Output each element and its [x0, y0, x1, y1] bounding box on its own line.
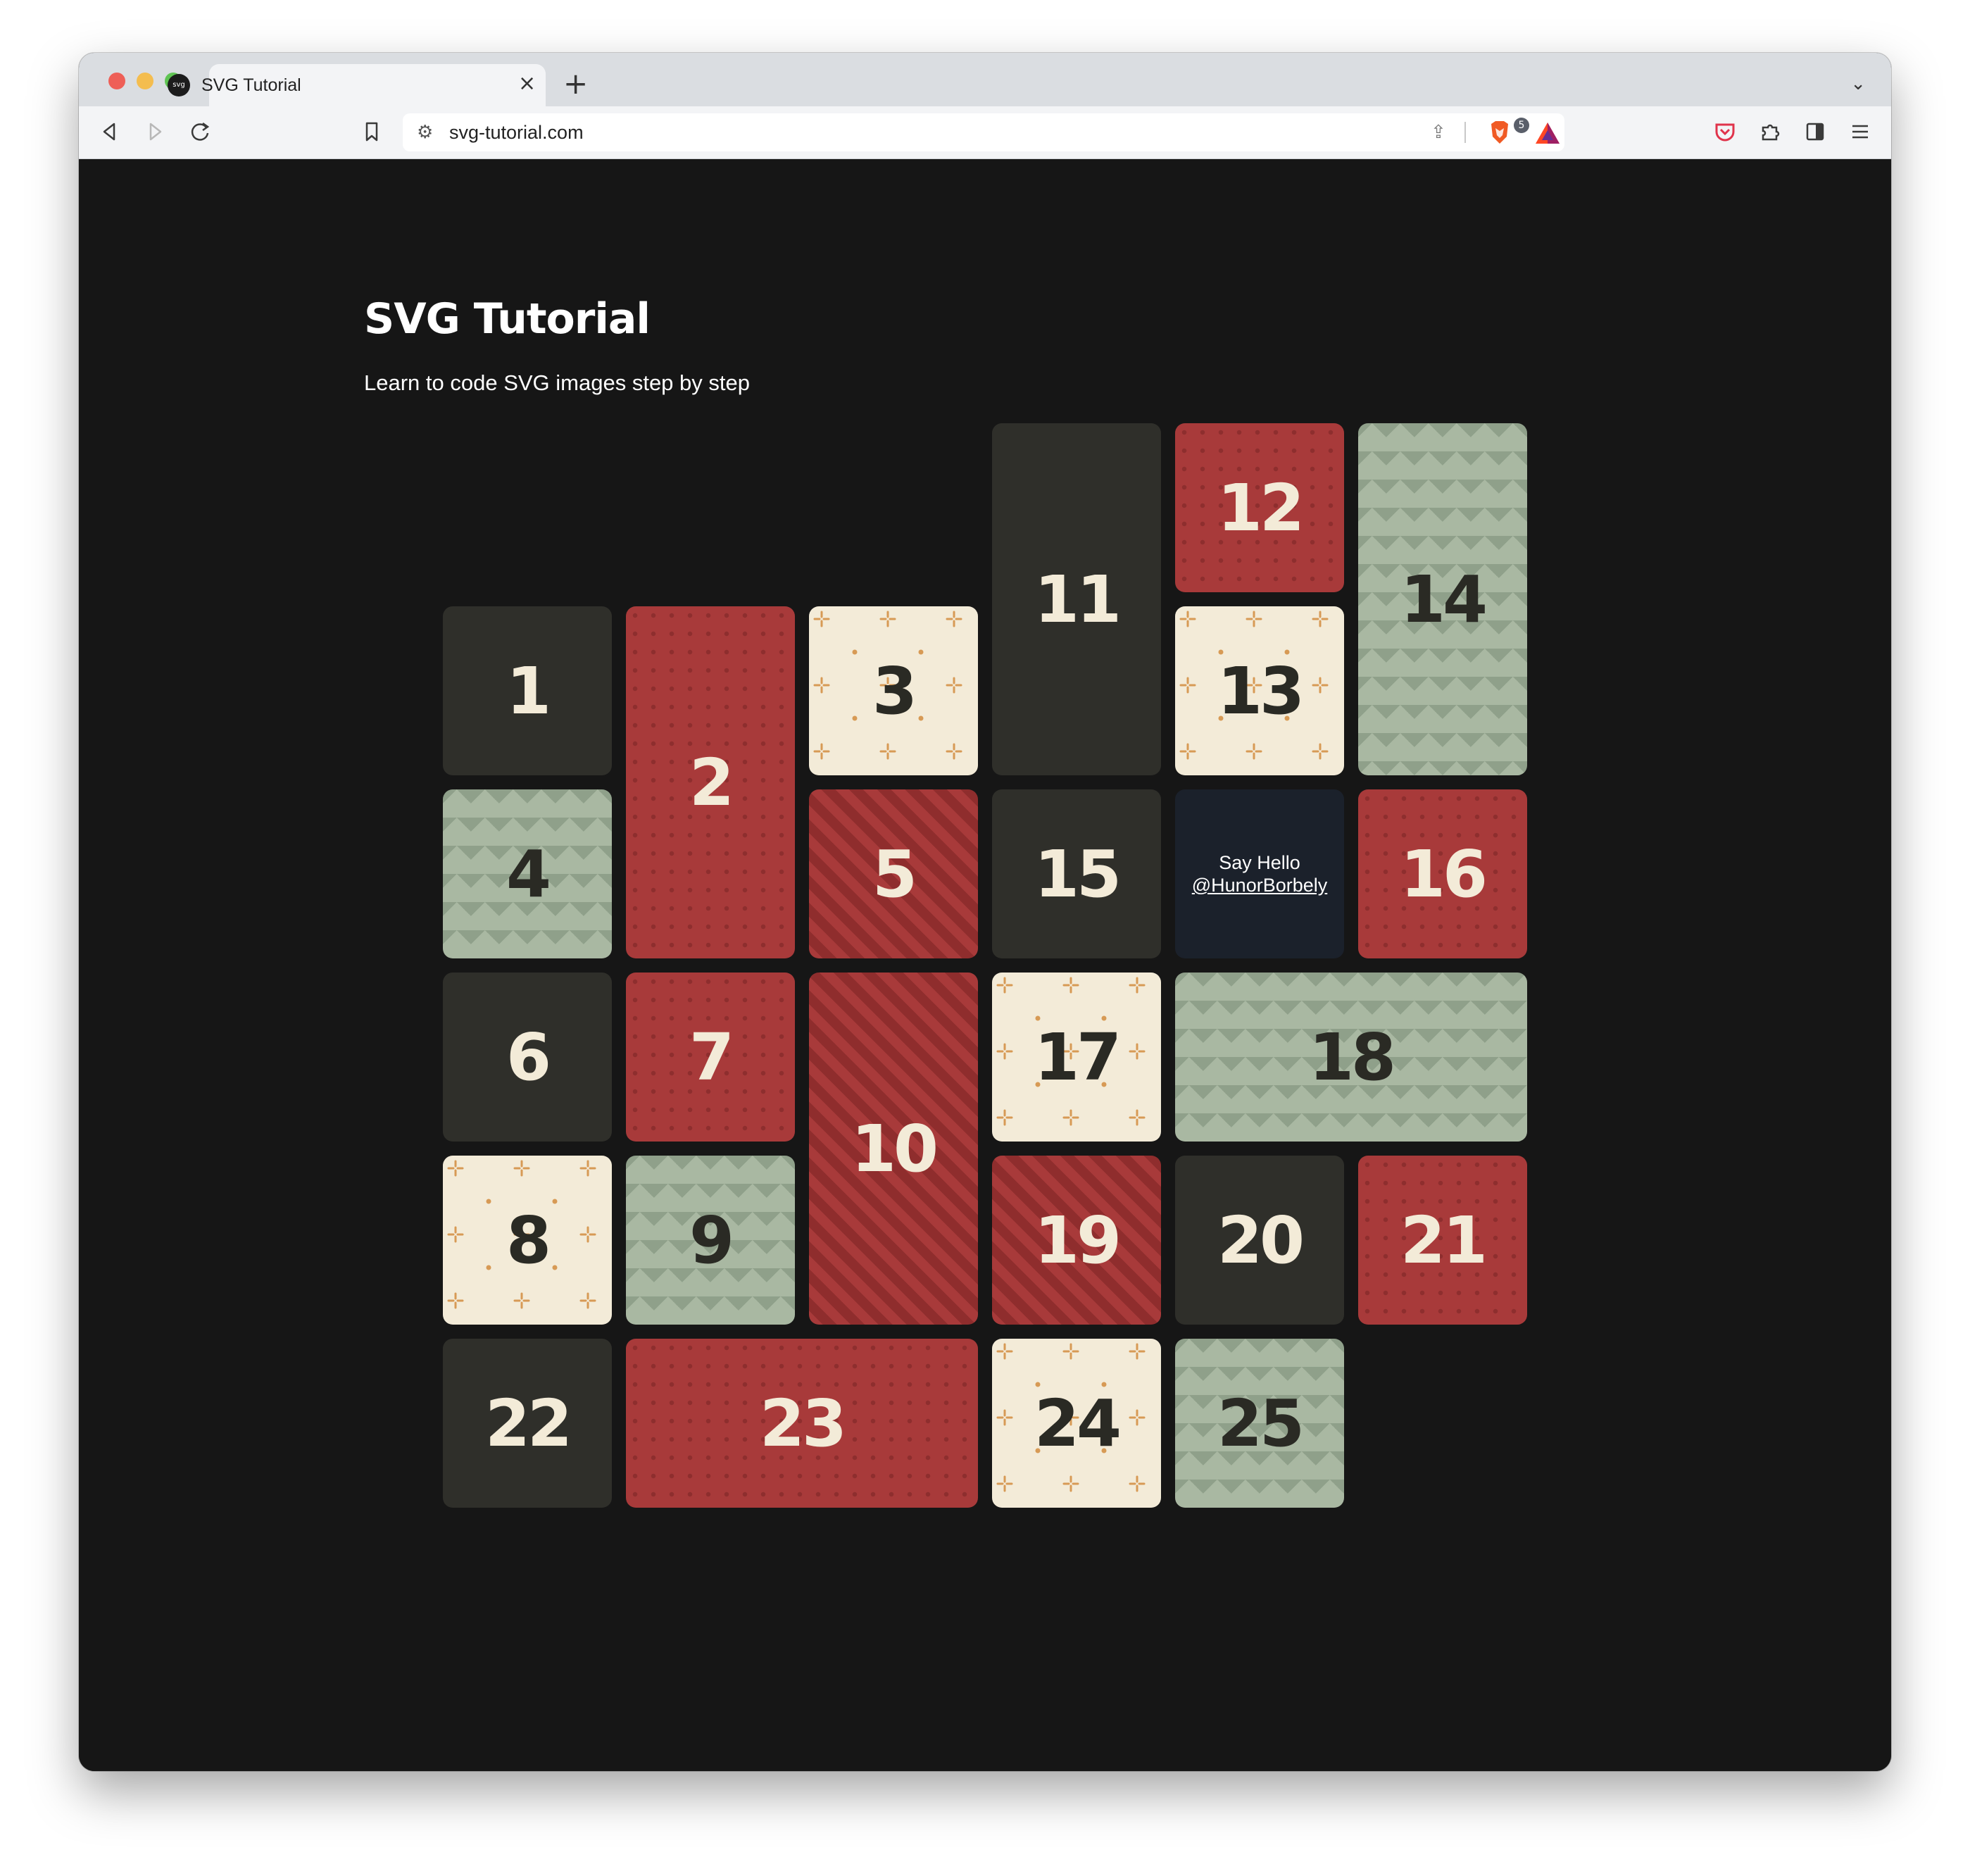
day-number: 9	[689, 1202, 734, 1278]
day-number: 2	[689, 744, 734, 820]
close-icon[interactable]: ×	[518, 71, 536, 96]
page-content	[79, 159, 1891, 1771]
day-number: 20	[1217, 1202, 1305, 1278]
close-window-button[interactable]	[108, 73, 125, 89]
minimize-window-button[interactable]	[137, 73, 153, 89]
browser-window: svg SVG Tutorial × + ⌄ ⚙ svg-tutorial.co…	[79, 53, 1891, 1771]
day-number: 14	[1400, 561, 1488, 637]
day-number: 4	[506, 836, 551, 912]
day-number: 12	[1217, 470, 1305, 546]
day-tile-6[interactable]: 6	[443, 973, 612, 1142]
day-tile-25[interactable]: 25	[1175, 1339, 1344, 1508]
day-number: 16	[1400, 836, 1488, 912]
site-info-icon[interactable]: ⚙	[417, 120, 433, 145]
bookmark-icon[interactable]	[356, 116, 387, 147]
day-tile-13[interactable]: 13	[1175, 606, 1344, 775]
day-tile-18[interactable]: 18	[1175, 973, 1527, 1142]
day-number: 15	[1034, 836, 1122, 912]
day-number: 3	[872, 653, 917, 729]
day-tile-19[interactable]: 19	[992, 1156, 1161, 1325]
reload-icon[interactable]	[184, 116, 215, 147]
day-tile-21[interactable]: 21	[1358, 1156, 1527, 1325]
url-divider	[1464, 122, 1466, 143]
page-subtitle: Learn to code SVG images step by step	[364, 370, 750, 395]
say-hello-text: Say Hello	[1219, 852, 1300, 873]
day-tile-10[interactable]: 10	[809, 973, 978, 1325]
day-tile-9[interactable]: 9	[626, 1156, 795, 1325]
day-number: 23	[759, 1385, 847, 1461]
share-icon[interactable]: ⇪	[1431, 119, 1446, 146]
bat-rewards-icon[interactable]	[1533, 120, 1562, 146]
brave-shield-icon[interactable]	[1487, 120, 1512, 145]
day-tile-14[interactable]: 14	[1358, 423, 1527, 775]
brave-shield-count: 5	[1514, 118, 1529, 133]
tab-title: SVG Tutorial	[201, 75, 301, 95]
day-tile-23[interactable]: 23	[626, 1339, 978, 1508]
day-tile-11[interactable]: 11	[992, 423, 1161, 775]
day-tile-17[interactable]: 17	[992, 973, 1161, 1142]
day-tile-12[interactable]: 12	[1175, 423, 1344, 592]
day-number: 19	[1034, 1202, 1122, 1278]
page-title: SVG Tutorial	[364, 294, 651, 344]
day-tile-24[interactable]: 24	[992, 1339, 1161, 1508]
address-bar[interactable]: ⚙ svg-tutorial.com ⇪ 5	[403, 113, 1564, 151]
pocket-icon[interactable]	[1709, 116, 1740, 147]
day-number: 11	[1034, 561, 1122, 637]
day-number: 18	[1308, 1019, 1396, 1095]
day-tile-16[interactable]: 16	[1358, 789, 1527, 958]
day-number: 5	[872, 836, 917, 912]
day-number: 8	[506, 1202, 551, 1278]
plus-icon[interactable]: +	[563, 67, 588, 101]
day-number: 21	[1400, 1202, 1488, 1278]
day-tile-22[interactable]: 22	[443, 1339, 612, 1508]
day-tile-2[interactable]: 2	[626, 606, 795, 958]
say-hello-tile: Say Hello @HunorBorbely	[1175, 789, 1344, 958]
day-number: 13	[1217, 653, 1305, 729]
day-number: 24	[1034, 1385, 1122, 1461]
back-icon[interactable]	[94, 116, 125, 147]
chevron-down-icon[interactable]: ⌄	[1850, 71, 1866, 96]
tab-bar: svg SVG Tutorial × + ⌄	[79, 53, 1891, 106]
twitter-handle-link[interactable]: @HunorBorbely	[1192, 874, 1328, 896]
day-tile-3[interactable]: 3	[809, 606, 978, 775]
day-tile-4[interactable]: 4	[443, 789, 612, 958]
day-number: 17	[1034, 1019, 1122, 1095]
sidebar-icon[interactable]	[1800, 116, 1831, 147]
day-tile-7[interactable]: 7	[626, 973, 795, 1142]
day-tile-1[interactable]: 1	[443, 606, 612, 775]
favicon-icon: svg	[168, 74, 190, 96]
day-number: 6	[506, 1019, 551, 1095]
forward-icon[interactable]	[139, 116, 170, 147]
day-tile-5[interactable]: 5	[809, 789, 978, 958]
menu-icon[interactable]	[1845, 116, 1876, 147]
day-tile-8[interactable]: 8	[443, 1156, 612, 1325]
day-number: 1	[506, 653, 551, 729]
day-number: 25	[1217, 1385, 1305, 1461]
day-number: 22	[484, 1385, 572, 1461]
extensions-icon[interactable]	[1755, 116, 1786, 147]
toolbar: ⚙ svg-tutorial.com ⇪ 5	[79, 106, 1891, 159]
day-tile-15[interactable]: 15	[992, 789, 1161, 958]
day-number: 10	[851, 1111, 939, 1187]
day-number: 7	[689, 1019, 734, 1095]
day-tile-20[interactable]: 20	[1175, 1156, 1344, 1325]
url-text[interactable]: svg-tutorial.com	[449, 120, 584, 145]
